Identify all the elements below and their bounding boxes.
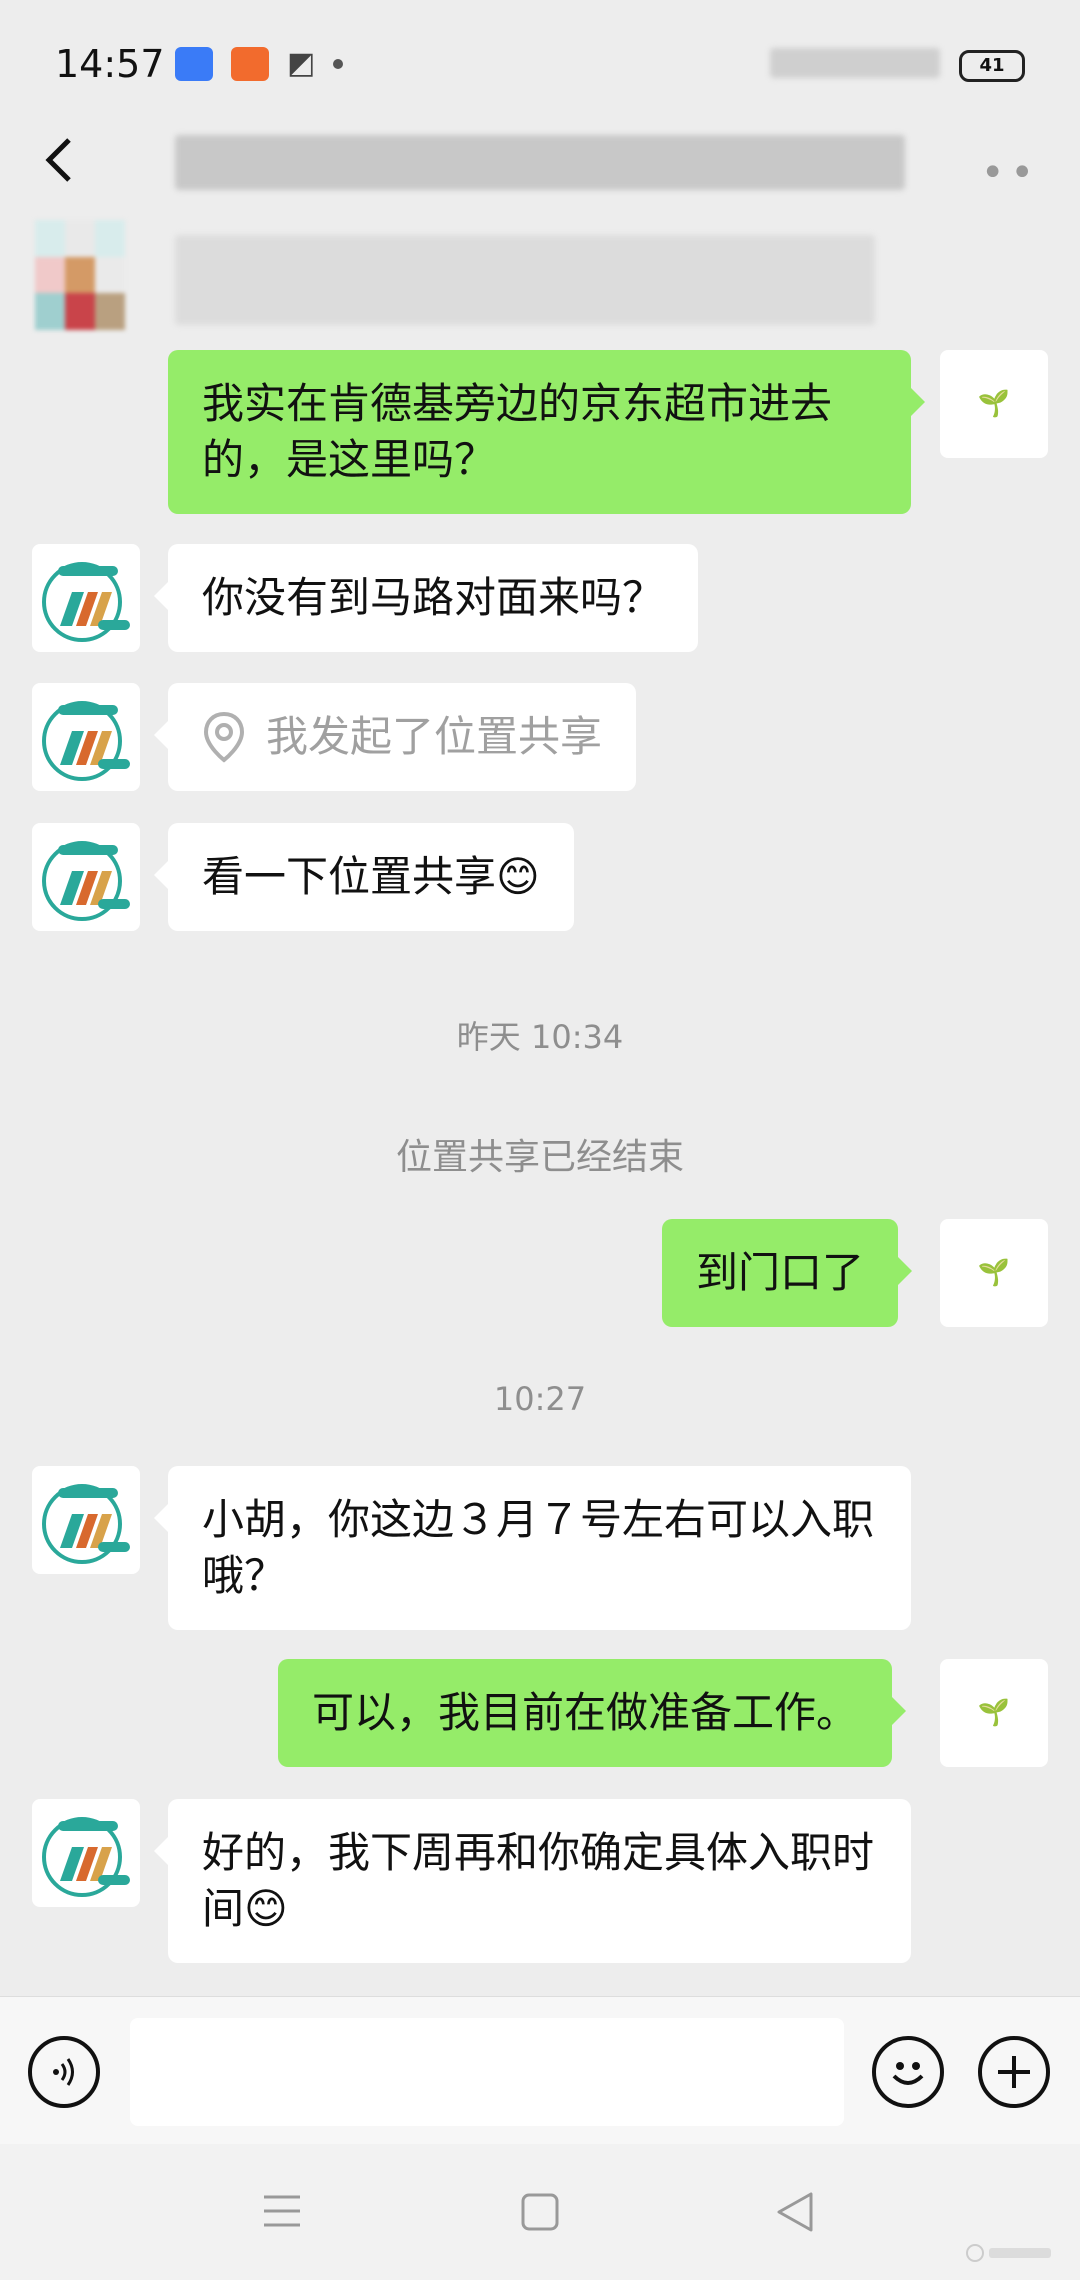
company-logo-icon [42, 1484, 130, 1564]
emoji-button[interactable] [872, 2036, 944, 2108]
location-share-bubble[interactable]: 我发起了位置共享 [153, 683, 637, 791]
chat-title [175, 135, 905, 190]
company-logo-icon [42, 841, 130, 921]
timestamp: 10:27 [493, 1380, 587, 1418]
message-bubble-mine[interactable]: 到门口了 [662, 1219, 913, 1327]
voice-button[interactable] [28, 2036, 100, 2108]
home-nav-button[interactable] [520, 2192, 560, 2236]
sprout-icon: 🌱 [977, 1698, 1011, 1728]
my-avatar[interactable]: 🌱 [940, 1219, 1048, 1327]
app-notification-icon [175, 46, 213, 81]
contact-avatar[interactable] [32, 823, 140, 931]
battery-indicator: 41 [959, 50, 1025, 82]
location-pin-icon [203, 711, 245, 763]
status-notification-icons: ◩ [175, 46, 344, 81]
chevron-left-icon [45, 138, 71, 182]
watermark [965, 2238, 1055, 2272]
message-bubble-other[interactable]: 小胡，你这边３月７号左右可以入职哦？ [154, 1466, 911, 1630]
plus-icon [998, 2056, 1030, 2088]
back-button[interactable] [35, 130, 85, 190]
company-logo-icon [42, 1817, 130, 1897]
my-avatar[interactable]: 🌱 [940, 350, 1048, 458]
dot-icon [333, 58, 344, 69]
contact-avatar[interactable] [32, 683, 140, 791]
status-signal-icons [770, 48, 940, 78]
message-text: 到门口了 [696, 1248, 865, 1297]
contact-avatar[interactable] [32, 1466, 140, 1574]
contact-avatar[interactable] [32, 544, 140, 652]
message-text: 好的，我下周再和你确定具体入职时间😊 [202, 1828, 875, 1933]
message-bubble-mine[interactable]: 我实在肯德基旁边的京东超市进去的，是这里吗？ [168, 350, 925, 514]
company-logo-icon [42, 562, 130, 642]
watermark-logo-icon [966, 2244, 1051, 2262]
triangle-back-icon [777, 2192, 813, 2232]
company-logo-icon [42, 701, 130, 781]
message-text: 我实在肯德基旁边的京东超市进去的，是这里吗？ [202, 379, 833, 484]
contact-avatar[interactable] [32, 1799, 140, 1907]
timestamp: 昨天 10:34 [456, 1018, 624, 1056]
emoji-icon [892, 2062, 924, 2085]
voice-icon [53, 2058, 74, 2086]
sprout-icon: 🌱 [977, 1258, 1011, 1288]
system-message: 位置共享已经结束 [395, 1137, 684, 1178]
app-notification-icon [231, 46, 269, 81]
menu-icon [264, 2195, 300, 2227]
message-input[interactable] [130, 2018, 844, 2126]
message-text: 小胡，你这边３月７号左右可以入职哦？ [202, 1495, 875, 1600]
my-avatar[interactable]: 🌱 [940, 1659, 1048, 1767]
location-share-text: 我发起了位置共享 [266, 712, 603, 761]
message-bubble-mine[interactable]: 可以，我目前在做准备工作。 [278, 1659, 907, 1767]
sprout-icon: 🌱 [977, 389, 1011, 419]
more-dots-icon: •• [980, 150, 1040, 196]
message-text: 你没有到马路对面来吗？ [202, 573, 665, 622]
menu-nav-button[interactable] [262, 2193, 302, 2233]
blurred-banner [175, 235, 875, 325]
message-text: 可以，我目前在做准备工作。 [312, 1688, 859, 1737]
app-notification-icon: ◩ [287, 46, 316, 81]
more-button[interactable]: •• [981, 150, 1040, 196]
message-bubble-other[interactable]: 看一下位置共享😊 [154, 823, 574, 931]
blurred-thumbnail [35, 220, 125, 330]
home-square-icon [521, 2193, 559, 2231]
back-nav-button[interactable] [775, 2190, 815, 2238]
message-bubble-other[interactable]: 你没有到马路对面来吗？ [153, 544, 699, 652]
message-text: 看一下位置共享😊 [202, 852, 540, 901]
status-time: 14:57 [55, 42, 165, 86]
message-bubble-other[interactable]: 好的，我下周再和你确定具体入职时间😊 [154, 1799, 911, 1963]
more-actions-button[interactable] [978, 2036, 1050, 2108]
